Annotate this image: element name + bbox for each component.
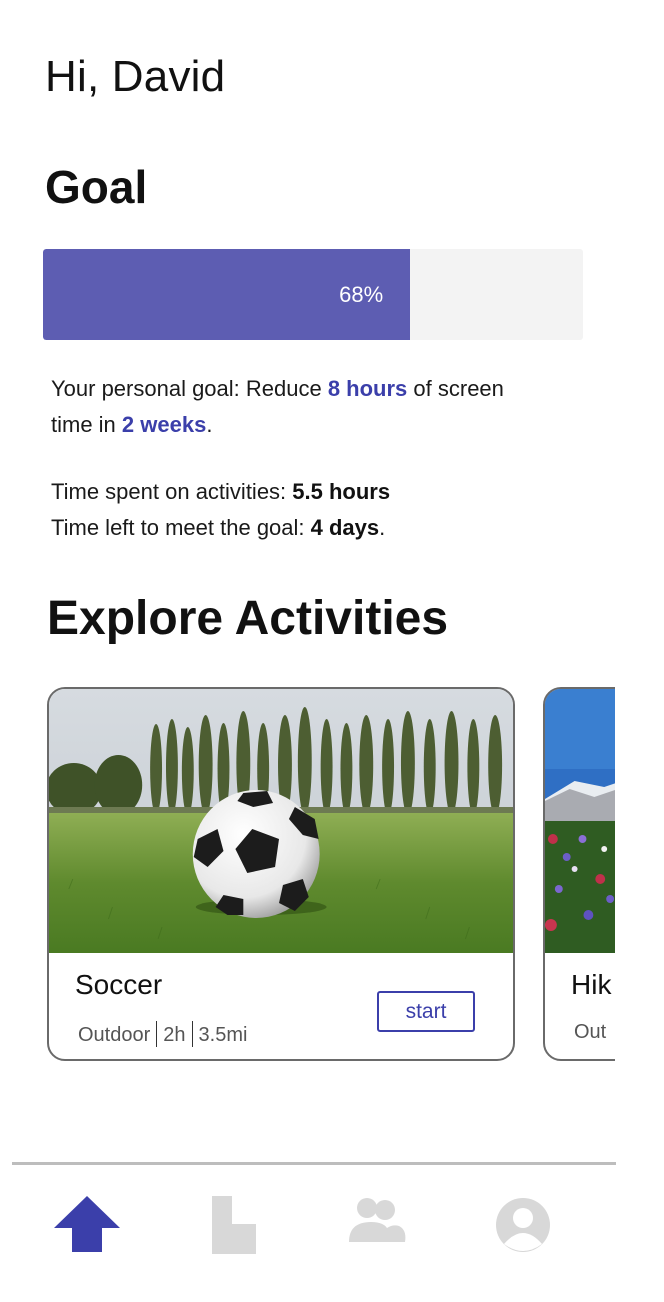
profile-icon bbox=[496, 1198, 550, 1252]
activity-card-hike[interactable]: Hik Out bbox=[543, 687, 615, 1061]
nav-friends[interactable] bbox=[341, 1192, 411, 1258]
activities-carousel[interactable]: Soccer Outdoor 2h 3.5mi start Hik Out bbox=[0, 687, 615, 1067]
nav-home[interactable] bbox=[52, 1192, 122, 1258]
time-left-label: Time left to meet the goal: bbox=[51, 515, 311, 540]
goal-progress-fill: 68% bbox=[43, 249, 411, 340]
meta-divider bbox=[156, 1021, 158, 1047]
activity-distance: 3.5mi bbox=[198, 1024, 248, 1046]
activity-title: Hik bbox=[571, 969, 612, 1000]
stats-icon bbox=[212, 1196, 256, 1254]
goal-description-prefix: Your personal goal: Reduce bbox=[51, 376, 328, 401]
soccer-image bbox=[49, 689, 513, 953]
meta-divider bbox=[191, 1021, 193, 1047]
activity-meta: Outdoor 2h 3.5mi bbox=[78, 1021, 247, 1047]
bottom-nav-divider bbox=[12, 1162, 616, 1165]
activity-card-soccer[interactable]: Soccer Outdoor 2h 3.5mi start bbox=[47, 687, 515, 1061]
greeting: Hi, David bbox=[45, 52, 226, 101]
activity-category: Outdoor bbox=[78, 1024, 151, 1046]
goal-duration: 2 weeks bbox=[121, 412, 207, 437]
soccer-ball-on-field-image bbox=[49, 689, 513, 953]
home-screen: Hi, David Goal 68% Your personal goal: R… bbox=[0, 0, 664, 1302]
goal-progress-label: 68% bbox=[339, 281, 384, 307]
time-spent-label: Time spent on activities: bbox=[51, 479, 293, 504]
goal-description-suffix: . bbox=[206, 412, 213, 437]
activity-category: Out bbox=[574, 1021, 607, 1043]
goal-stats: Time spent on activities: 5.5 hours Time… bbox=[51, 474, 611, 546]
activity-duration: 2h bbox=[163, 1024, 186, 1046]
time-spent-value: 5.5 hours bbox=[292, 479, 391, 504]
time-left-value: 4 days bbox=[310, 515, 380, 540]
start-soccer-button[interactable]: start bbox=[377, 991, 475, 1032]
home-icon bbox=[54, 1196, 120, 1252]
activity-meta: Out bbox=[574, 1021, 606, 1044]
goal-reduce-amount: 8 hours bbox=[327, 376, 408, 401]
goal-heading: Goal bbox=[45, 161, 148, 213]
nav-stats[interactable] bbox=[200, 1192, 270, 1258]
hike-image bbox=[545, 689, 615, 953]
nav-profile[interactable] bbox=[488, 1192, 558, 1258]
time-spent-line: Time spent on activities: 5.5 hours bbox=[51, 474, 611, 510]
explore-heading: Explore Activities bbox=[47, 592, 449, 645]
activity-title: Soccer bbox=[75, 969, 163, 1000]
bottom-navigation bbox=[0, 1166, 664, 1302]
friends-icon bbox=[349, 1198, 406, 1242]
goal-progress-bar: 68% bbox=[43, 249, 583, 340]
time-left-line: Time left to meet the goal: 4 days. bbox=[51, 510, 611, 546]
time-left-suffix: . bbox=[379, 515, 386, 540]
mountain-wildflowers-image bbox=[545, 689, 615, 953]
goal-description: Your personal goal: Reduce 8 hours of sc… bbox=[51, 371, 551, 443]
